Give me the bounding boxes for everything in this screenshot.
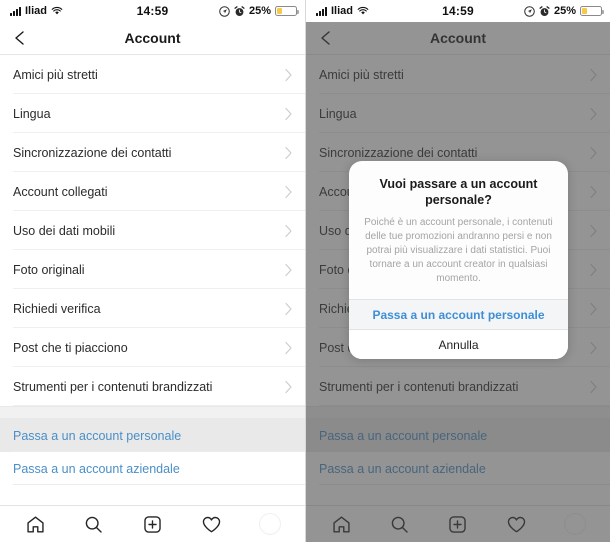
- chevron-right-icon: [285, 107, 292, 120]
- list-item-label: Lingua: [13, 106, 51, 121]
- tab-home[interactable]: [23, 512, 47, 536]
- list-item-post-che-ti-piacciono[interactable]: Post che ti piacciono: [0, 328, 305, 367]
- tab-search[interactable]: [82, 512, 106, 536]
- dual-screenshot-comparison: Iliad 14:59 25% Account Amici più strett…: [0, 0, 610, 542]
- heart-icon: [202, 516, 220, 532]
- chevron-right-icon: [285, 185, 292, 198]
- switch-to-personal-account-link[interactable]: Passa a un account personale: [0, 419, 305, 452]
- chevron-right-icon: [285, 380, 292, 393]
- list-item-label: Sincronizzazione dei contatti: [13, 145, 172, 160]
- alarm-clock-icon: [234, 5, 245, 16]
- list-item-foto-originali[interactable]: Foto originali: [0, 250, 305, 289]
- chevron-right-icon: [285, 341, 292, 354]
- chevron-right-icon: [285, 224, 292, 237]
- battery-percent-label: 25%: [553, 5, 576, 17]
- chevron-right-icon: [285, 146, 292, 159]
- phone-screen-left: Iliad 14:59 25% Account Amici più strett…: [0, 0, 305, 542]
- status-bar-right: 25%: [524, 5, 604, 17]
- dialog-cancel-button[interactable]: Annulla: [349, 329, 568, 360]
- battery-low-power-icon: [275, 6, 299, 16]
- status-bar-right: 25%: [219, 5, 299, 17]
- status-bar: Iliad 14:59 25%: [306, 0, 610, 22]
- status-bar: Iliad 14:59 25%: [0, 0, 305, 22]
- battery-low-power-icon: [580, 6, 604, 16]
- battery-percent-label: 25%: [248, 5, 271, 17]
- add-post-icon: [144, 515, 161, 533]
- list-item-label: Foto originali: [13, 262, 85, 277]
- chevron-right-icon: [285, 302, 292, 315]
- location-arrow-icon: [524, 5, 535, 17]
- list-item-label: Account collegati: [13, 184, 108, 199]
- tab-profile[interactable]: [258, 512, 282, 536]
- dialog-body: Vuoi passare a un account personale? Poi…: [349, 161, 568, 299]
- list-item-label: Post che ti piacciono: [13, 340, 128, 355]
- nav-bar: Account: [0, 22, 305, 54]
- list-item-richiedi-verifica[interactable]: Richiedi verifica: [0, 289, 305, 328]
- alarm-clock-icon: [539, 5, 550, 16]
- location-arrow-icon: [219, 5, 230, 17]
- chevron-right-icon: [285, 263, 292, 276]
- list-item-label: Richiedi verifica: [13, 301, 101, 316]
- switch-to-business-account-link[interactable]: Passa a un account aziendale: [0, 452, 305, 485]
- settings-list: Amici più stretti Lingua Sincronizzazion…: [0, 55, 305, 406]
- list-item-strumenti-contenuti-brandizzati[interactable]: Strumenti per i contenuti brandizzati: [0, 367, 305, 406]
- list-item-lingua[interactable]: Lingua: [0, 94, 305, 133]
- dialog-title: Vuoi passare a un account personale?: [379, 177, 538, 208]
- chevron-right-icon: [285, 68, 292, 81]
- list-item-label: Strumenti per i contenuti brandizzati: [13, 379, 213, 394]
- page-title: Account: [124, 30, 181, 46]
- list-item-amici-piu-stretti[interactable]: Amici più stretti: [0, 55, 305, 94]
- list-item-label: Amici più stretti: [13, 67, 98, 82]
- confirm-dialog: Vuoi passare a un account personale? Poi…: [349, 161, 568, 360]
- tab-activity[interactable]: [199, 512, 223, 536]
- list-item-uso-dati-mobili[interactable]: Uso dei dati mobili: [0, 211, 305, 250]
- section-separator: [0, 406, 305, 419]
- search-icon: [86, 516, 103, 533]
- list-item-label: Uso dei dati mobili: [13, 223, 116, 238]
- profile-avatar: [258, 513, 281, 535]
- home-icon: [27, 515, 44, 533]
- list-item-sincronizzazione-contatti[interactable]: Sincronizzazione dei contatti: [0, 133, 305, 172]
- dialog-confirm-button[interactable]: Passa a un account personale: [349, 299, 568, 330]
- dialog-message: Poiché è un account personale, i contenu…: [364, 216, 553, 285]
- tab-add-post[interactable]: [140, 512, 164, 536]
- phone-screen-right: Iliad 14:59 25% Vuoi passare a un accoun…: [305, 0, 610, 542]
- list-item-account-collegati[interactable]: Account collegati: [0, 172, 305, 211]
- bottom-tab-bar: [0, 505, 305, 542]
